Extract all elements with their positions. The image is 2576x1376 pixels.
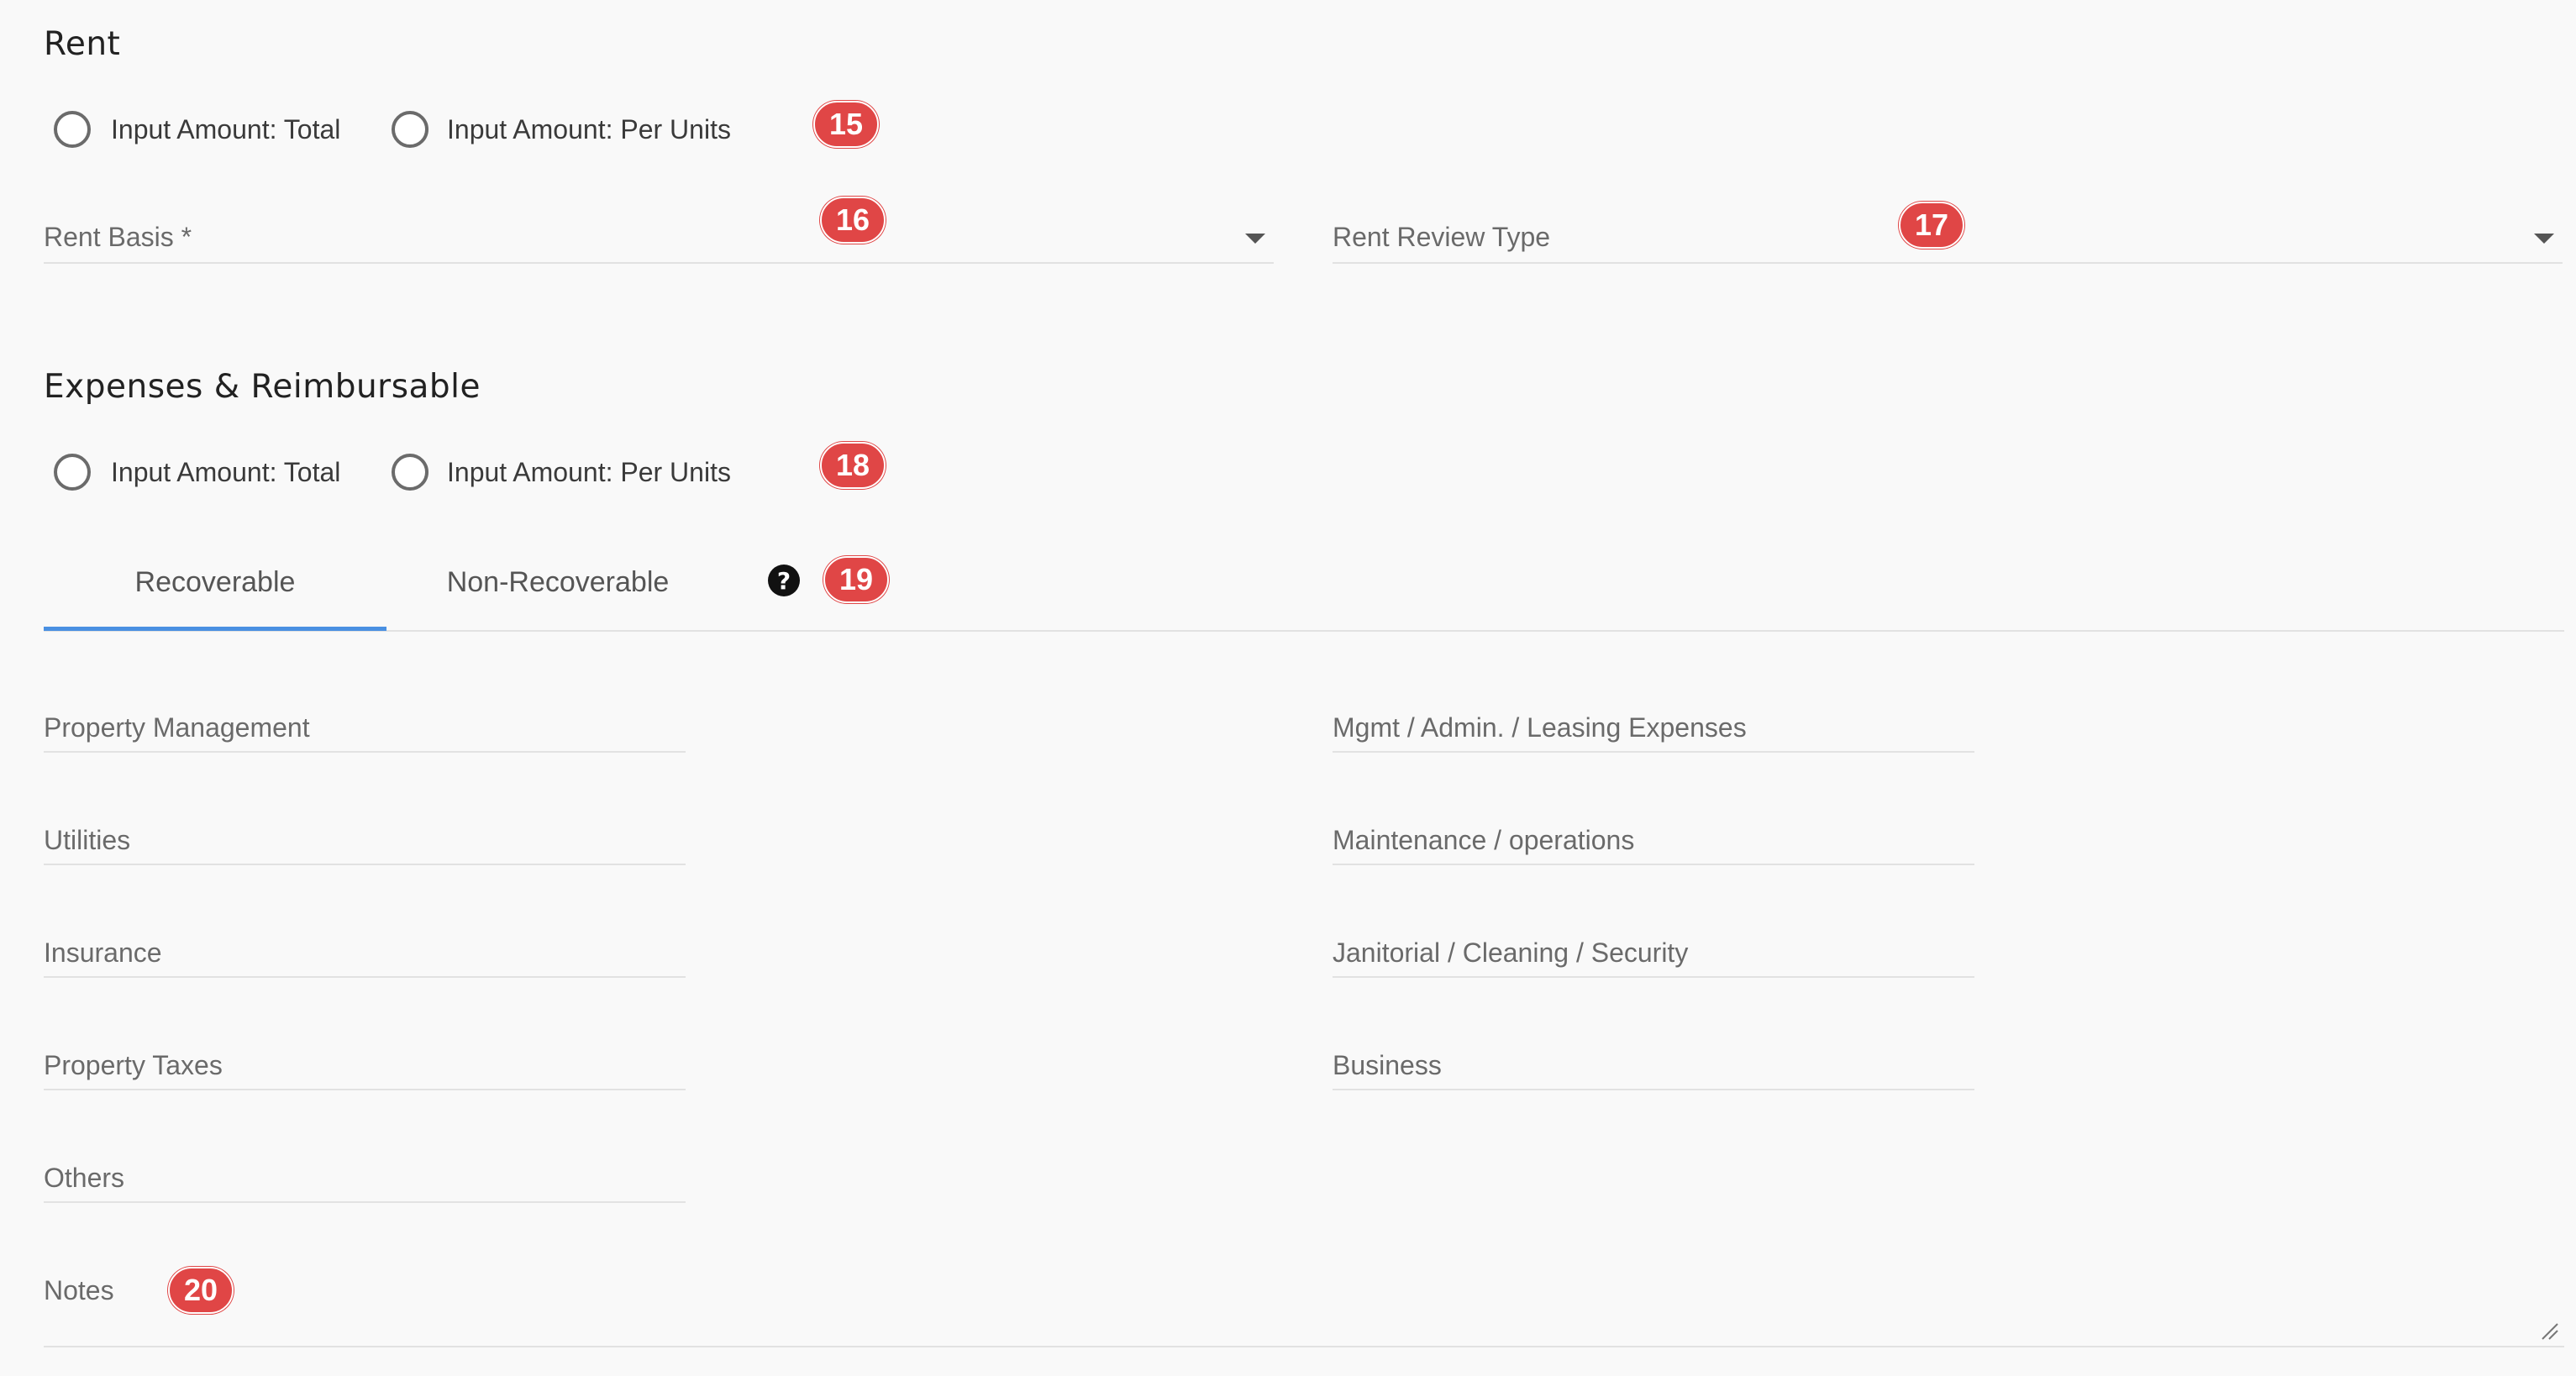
notes-underline [44, 1346, 2564, 1347]
active-tab-indicator [44, 627, 386, 631]
utilities-field[interactable]: Utilities [44, 825, 130, 856]
property-taxes-underline [44, 1089, 686, 1090]
property-management-underline [44, 751, 686, 753]
maintenance-operations-field[interactable]: Maintenance / operations [1333, 825, 1634, 856]
business-underline [1333, 1089, 1974, 1090]
tabs-divider [44, 630, 2564, 632]
janitorial-cleaning-security-underline [1333, 976, 1974, 978]
rent-review-type-label[interactable]: Rent Review Type [1333, 222, 1550, 253]
mgmt-admin-leasing-underline [1333, 751, 1974, 753]
rent-review-dropdown-icon[interactable] [2534, 234, 2554, 244]
annotation-badge-19: 19 [823, 556, 889, 603]
business-field[interactable]: Business [1333, 1050, 1442, 1081]
annotation-badge-15: 15 [813, 101, 879, 148]
utilities-underline [44, 864, 686, 865]
insurance-field[interactable]: Insurance [44, 937, 162, 969]
tab-non-recoverable[interactable]: Non-Recoverable [386, 566, 729, 599]
rent-radio-total[interactable] [54, 111, 91, 148]
property-taxes-field[interactable]: Property Taxes [44, 1050, 223, 1081]
expenses-radio-per-units-label[interactable]: Input Amount: Per Units [447, 457, 731, 488]
mgmt-admin-leasing-field[interactable]: Mgmt / Admin. / Leasing Expenses [1333, 712, 1747, 743]
annotation-badge-18: 18 [820, 442, 886, 489]
rent-basis-dropdown-icon[interactable] [1245, 234, 1265, 244]
annotation-badge-17: 17 [1899, 202, 1964, 249]
expenses-radio-per-units[interactable] [392, 454, 428, 491]
tab-recoverable[interactable]: Recoverable [44, 566, 386, 599]
rent-basis-label[interactable]: Rent Basis * [44, 222, 192, 253]
rent-radio-per-units[interactable] [392, 111, 428, 148]
rent-radio-total-label[interactable]: Input Amount: Total [111, 114, 340, 145]
question-circle-icon[interactable]: ? [768, 565, 800, 596]
property-management-field[interactable]: Property Management [44, 712, 310, 743]
notes-textarea[interactable]: Notes [44, 1275, 114, 1306]
textarea-resize-handle-icon[interactable] [2539, 1321, 2559, 1341]
rent-heading: Rent [44, 25, 121, 63]
janitorial-cleaning-security-field[interactable]: Janitorial / Cleaning / Security [1333, 937, 1688, 969]
others-field[interactable]: Others [44, 1163, 124, 1194]
expenses-radio-total-label[interactable]: Input Amount: Total [111, 457, 340, 488]
others-underline [44, 1201, 686, 1203]
annotation-badge-16: 16 [820, 197, 886, 244]
expenses-heading: Expenses & Reimbursable [44, 368, 481, 406]
expenses-radio-total[interactable] [54, 454, 91, 491]
maintenance-operations-underline [1333, 864, 1974, 865]
rent-radio-per-units-label[interactable]: Input Amount: Per Units [447, 114, 731, 145]
rent-review-underline [1333, 262, 2563, 264]
annotation-badge-20: 20 [168, 1267, 234, 1314]
rent-basis-underline [44, 262, 1274, 264]
insurance-underline [44, 976, 686, 978]
